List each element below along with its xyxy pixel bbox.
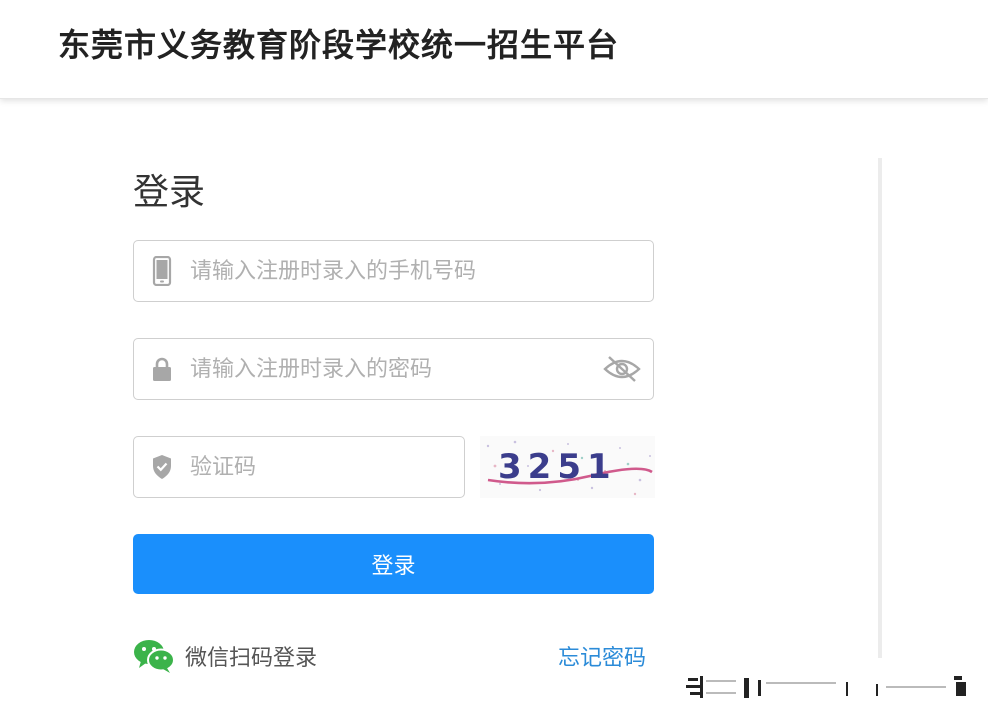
- vertical-divider: [878, 158, 882, 658]
- captcha-text: 3251: [498, 447, 617, 487]
- shield-icon: [153, 455, 171, 479]
- page-header: 东莞市义务教育阶段学校统一招生平台: [0, 0, 988, 99]
- captcha-image[interactable]: 3251: [480, 436, 655, 498]
- password-input[interactable]: [188, 339, 588, 399]
- wechat-login-label: 微信扫码登录: [185, 646, 318, 671]
- wechat-login-link[interactable]: 微信扫码登录: [133, 634, 317, 678]
- lock-icon: [153, 357, 171, 381]
- captcha-field[interactable]: [133, 436, 465, 498]
- phone-input[interactable]: [188, 241, 628, 301]
- login-heading: 登录: [133, 172, 206, 213]
- login-button[interactable]: 登录: [133, 534, 654, 594]
- wechat-icon: [134, 640, 175, 673]
- captcha-input[interactable]: [188, 437, 448, 497]
- site-title: 东莞市义务教育阶段学校统一招生平台: [58, 26, 620, 64]
- render-artifact: [686, 676, 966, 698]
- phone-icon: [152, 256, 172, 286]
- password-field[interactable]: [133, 338, 654, 400]
- eye-off-icon[interactable]: [603, 355, 641, 383]
- captcha-noise: 3251: [486, 440, 653, 496]
- phone-field[interactable]: [133, 240, 654, 302]
- forgot-password-link[interactable]: 忘记密码: [558, 640, 646, 672]
